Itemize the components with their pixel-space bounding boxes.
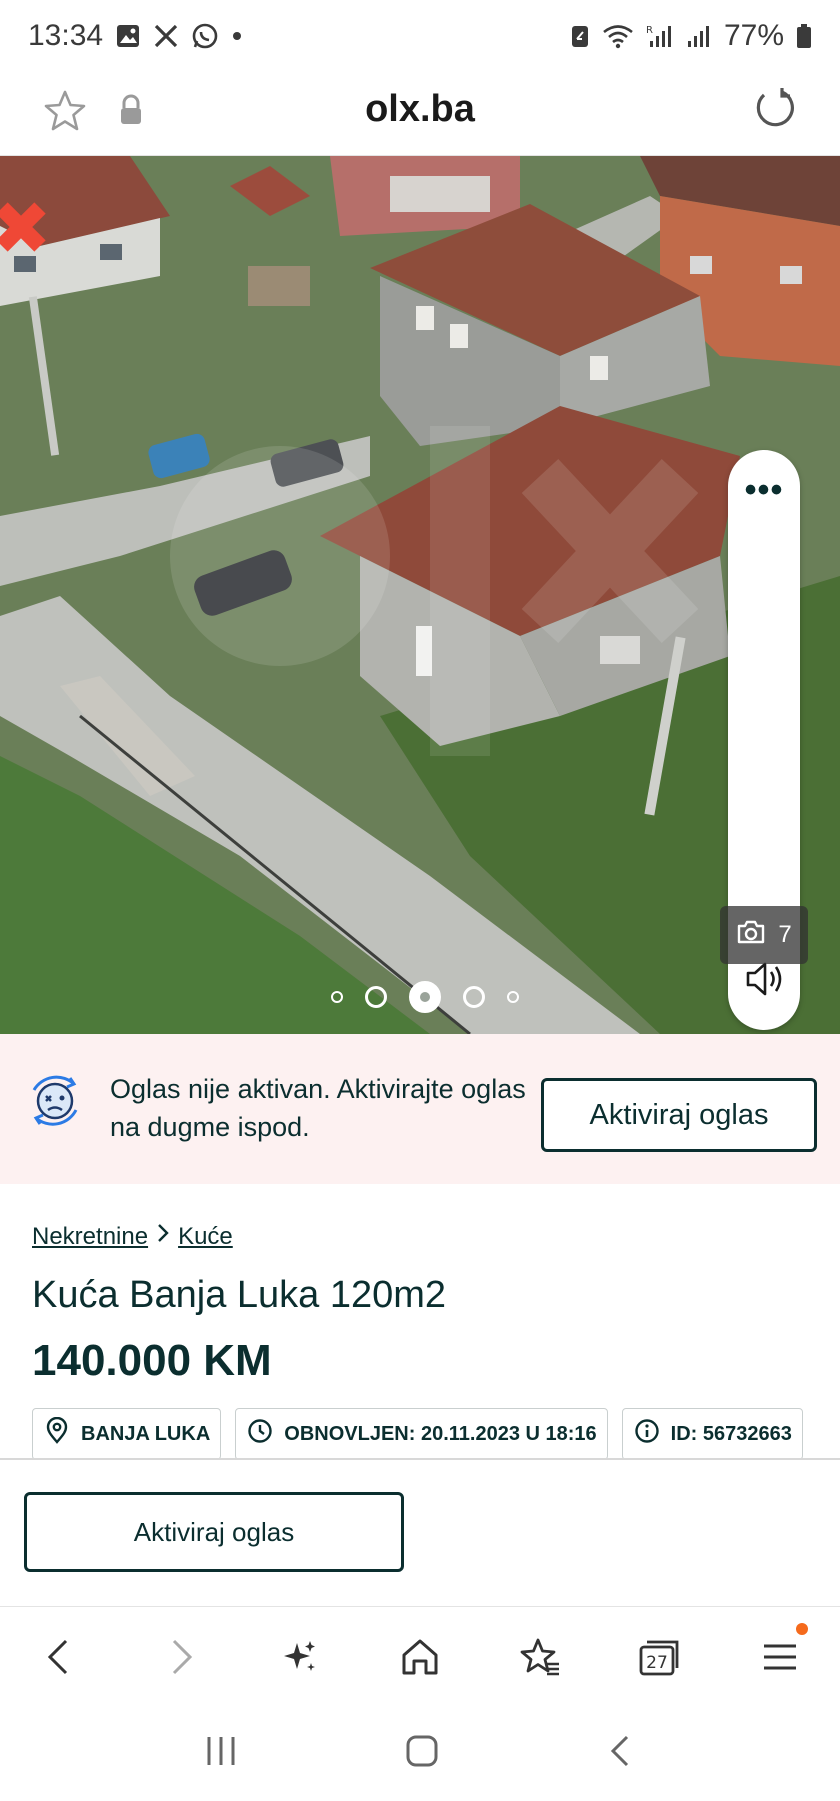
svg-text:R: R	[646, 25, 653, 36]
updated-text: OBNOVLJEN: 20.11.2023 U 18:16	[284, 1422, 597, 1445]
gallery-dot[interactable]	[463, 986, 485, 1008]
browser-url-bar[interactable]: olx.ba	[0, 72, 840, 156]
listing-meta-chips: BANJA LUKA OBNOVLJEN: 20.11.2023 U 18:16…	[32, 1408, 803, 1460]
url-domain[interactable]: olx.ba	[0, 88, 840, 131]
reload-icon[interactable]	[752, 86, 798, 137]
listing-details: Nekretnine Kuće Kuća Banja Luka 120m2 14…	[0, 1184, 840, 1460]
battery-icon	[796, 23, 812, 49]
battery-percent: 77%	[723, 19, 784, 52]
recent-apps-icon[interactable]	[201, 1733, 241, 1774]
listing-title: Kuća Banja Luka 120m2	[32, 1274, 447, 1316]
breadcrumb-kuce[interactable]: Kuće	[178, 1223, 233, 1251]
camera-icon	[736, 919, 766, 952]
dot-icon	[231, 30, 243, 42]
location-chip: BANJA LUKA	[32, 1408, 222, 1460]
photo-gallery[interactable]: ••• 7	[0, 156, 840, 1034]
gallery-dot[interactable]	[365, 986, 387, 1008]
status-time: 13:34	[28, 19, 104, 52]
back-icon[interactable]	[30, 1627, 90, 1687]
breadcrumb: Nekretnine Kuće	[32, 1222, 233, 1251]
more-options-button[interactable]: •••	[728, 473, 800, 507]
clock-icon	[246, 1417, 274, 1451]
inactive-ad-banner: Oglas nije aktivan. Aktivirajte oglas na…	[0, 1034, 840, 1184]
info-icon	[633, 1417, 661, 1451]
status-bar: 13:34 R 77%	[0, 0, 840, 72]
browser-toolbar: 27	[0, 1606, 840, 1706]
x-icon	[153, 23, 179, 49]
photo-count: 7	[778, 921, 792, 948]
sad-face-icon	[24, 1070, 86, 1137]
listing-price: 140.000 KM	[32, 1336, 272, 1385]
wifi-icon	[602, 23, 634, 49]
signal-icon	[686, 23, 712, 49]
signal-r-icon: R	[646, 23, 674, 49]
location-pin-icon	[43, 1416, 71, 1451]
notification-dot	[796, 1622, 808, 1635]
id-text: ID: 56732663	[670, 1422, 792, 1445]
system-back-icon[interactable]	[603, 1731, 639, 1776]
home-button-icon[interactable]	[402, 1731, 442, 1776]
gallery-dot[interactable]	[331, 991, 343, 1003]
gallery-dot-active[interactable]	[409, 981, 441, 1013]
sparkle-icon[interactable]	[270, 1627, 330, 1687]
gallery-pagination[interactable]	[0, 981, 840, 1013]
activate-ad-button[interactable]: Aktiviraj oglas	[541, 1078, 817, 1152]
activate-ad-bottom-button[interactable]: Aktiviraj oglas	[24, 1492, 404, 1572]
photo-count-badge[interactable]: 7	[720, 906, 808, 964]
menu-icon[interactable]	[750, 1622, 810, 1687]
tabs-count: 27	[646, 1653, 668, 1673]
home-icon[interactable]	[390, 1627, 450, 1687]
forward-icon[interactable]	[150, 1627, 210, 1687]
bottom-action-bar: Aktiviraj oglas	[0, 1460, 840, 1606]
house-aerial-photo	[0, 156, 840, 1034]
chevron-right-icon	[156, 1222, 170, 1251]
tabs-icon[interactable]: 27	[630, 1627, 690, 1687]
battery-saver-icon	[570, 23, 590, 49]
inactive-message: Oglas nije aktivan. Aktivirajte oglas na…	[110, 1074, 526, 1142]
whatsapp-icon	[191, 22, 219, 50]
updated-chip: OBNOVLJEN: 20.11.2023 U 18:16	[235, 1408, 608, 1460]
bookmarks-icon[interactable]	[510, 1627, 570, 1687]
breadcrumb-nekretnine[interactable]: Nekretnine	[32, 1223, 148, 1251]
gallery-icon	[115, 23, 141, 49]
id-chip: ID: 56732663	[621, 1408, 803, 1460]
gallery-dot[interactable]	[507, 991, 519, 1003]
location-text: BANJA LUKA	[81, 1422, 211, 1445]
system-navigation-bar	[0, 1706, 840, 1801]
